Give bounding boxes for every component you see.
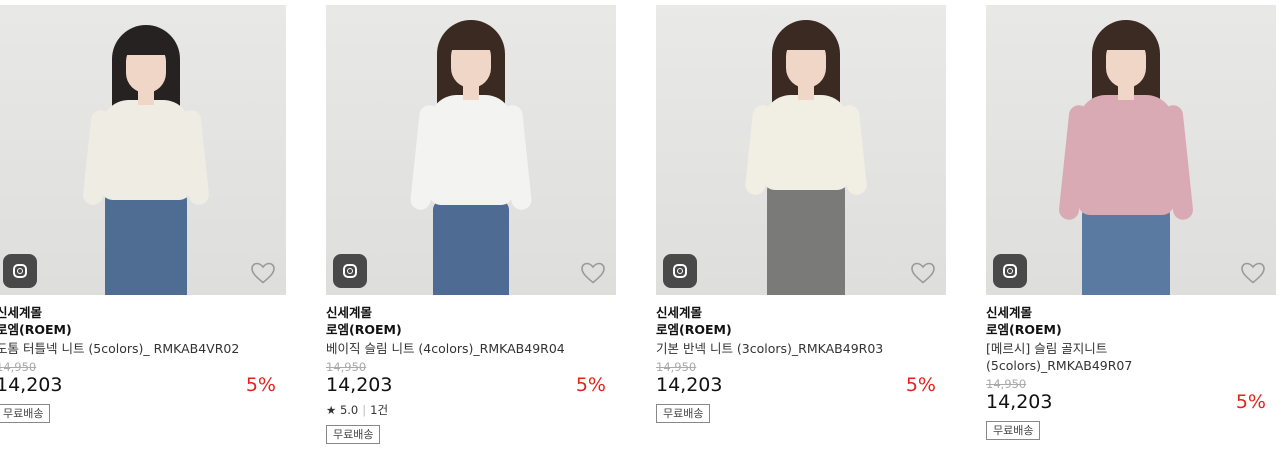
instagram-button[interactable]	[993, 254, 1027, 288]
model-bottoms	[433, 200, 509, 295]
original-price: 14,950	[326, 360, 367, 374]
heart-outline-icon[interactable]	[580, 261, 606, 285]
instagram-button[interactable]	[663, 254, 697, 288]
instagram-icon	[13, 264, 27, 278]
product-card[interactable]: 신세계몰 로엠(ROEM) 기본 반넥 니트 (3colors)_RMKAB49…	[656, 5, 946, 423]
seller-name[interactable]: 신세계몰	[326, 304, 616, 321]
original-price: 14,950	[986, 377, 1027, 391]
model-top	[763, 95, 849, 190]
seller-name[interactable]: 신세계몰	[0, 304, 286, 321]
discount-rate: 5%	[905, 374, 936, 396]
model-photo	[656, 5, 946, 295]
seller-name[interactable]: 신세계몰	[656, 304, 946, 321]
discount-rate: 5%	[245, 374, 276, 396]
product-title[interactable]: 도톰 터틀넥 니트 (5colors)_ RMKAB4VR02	[0, 340, 286, 357]
rating-row: ★ 5.0 | 1건	[326, 403, 616, 417]
model-bottoms	[767, 180, 845, 295]
model-hair-fringe	[1102, 28, 1150, 50]
model-photo	[326, 5, 616, 295]
model-top	[1078, 95, 1174, 215]
model-bottoms	[105, 190, 187, 295]
heart-outline-icon[interactable]	[1240, 261, 1266, 285]
model-top	[101, 100, 191, 200]
product-card[interactable]: 신세계몰 로엠(ROEM) [메르시] 슬림 골지니트 (5colors)_RM…	[986, 5, 1276, 440]
heart-outline-icon[interactable]	[250, 261, 276, 285]
instagram-icon	[1003, 264, 1017, 278]
free-shipping-badge: 무료배송	[656, 404, 711, 423]
instagram-icon	[673, 264, 687, 278]
product-card[interactable]: 신세계몰 로엠(ROEM) 베이직 슬림 니트 (4colors)_RMKAB4…	[326, 5, 616, 444]
product-card[interactable]: 신세계몰 로엠(ROEM) 도톰 터틀넥 니트 (5colors)_ RMKAB…	[0, 5, 286, 423]
brand-name[interactable]: 로엠(ROEM)	[656, 321, 946, 338]
product-title[interactable]: 기본 반넥 니트 (3colors)_RMKAB49R03	[656, 340, 946, 357]
brand-name[interactable]: 로엠(ROEM)	[0, 321, 286, 338]
product-image[interactable]	[0, 5, 286, 295]
model-photo	[986, 5, 1276, 295]
product-grid: 신세계몰 로엠(ROEM) 도톰 터틀넥 니트 (5colors)_ RMKAB…	[0, 0, 1288, 458]
instagram-button[interactable]	[333, 254, 367, 288]
rating-divider: |	[362, 403, 367, 417]
instagram-button[interactable]	[3, 254, 37, 288]
heart-outline-icon[interactable]	[910, 261, 936, 285]
instagram-icon	[343, 264, 357, 278]
brand-name[interactable]: 로엠(ROEM)	[326, 321, 616, 338]
product-image[interactable]	[326, 5, 616, 295]
free-shipping-badge: 무료배송	[986, 421, 1041, 440]
model-hair-fringe	[447, 28, 495, 50]
model-bottoms	[1082, 205, 1170, 295]
brand-name[interactable]: 로엠(ROEM)	[986, 321, 1276, 338]
review-count[interactable]: 1건	[370, 403, 388, 417]
sale-price: 14,203	[326, 374, 393, 396]
product-image[interactable]	[986, 5, 1276, 295]
sale-price: 14,203	[656, 374, 723, 396]
model-top	[429, 95, 513, 205]
seller-name[interactable]: 신세계몰	[986, 304, 1276, 321]
product-title[interactable]: [메르시] 슬림 골지니트 (5colors)_RMKAB49R07	[986, 340, 1276, 374]
product-image[interactable]	[656, 5, 946, 295]
model-photo	[0, 5, 286, 295]
sale-price: 14,203	[986, 391, 1053, 413]
original-price: 14,950	[0, 360, 37, 374]
discount-rate: 5%	[1235, 391, 1266, 413]
free-shipping-badge: 무료배송	[0, 404, 51, 423]
model-hair-fringe	[782, 28, 830, 50]
model-hair-fringe	[122, 33, 170, 55]
rating-score: ★ 5.0	[326, 403, 359, 417]
free-shipping-badge: 무료배송	[326, 425, 381, 444]
product-title[interactable]: 베이직 슬림 니트 (4colors)_RMKAB49R04	[326, 340, 616, 357]
sale-price: 14,203	[0, 374, 63, 396]
discount-rate: 5%	[575, 374, 606, 396]
original-price: 14,950	[656, 360, 697, 374]
